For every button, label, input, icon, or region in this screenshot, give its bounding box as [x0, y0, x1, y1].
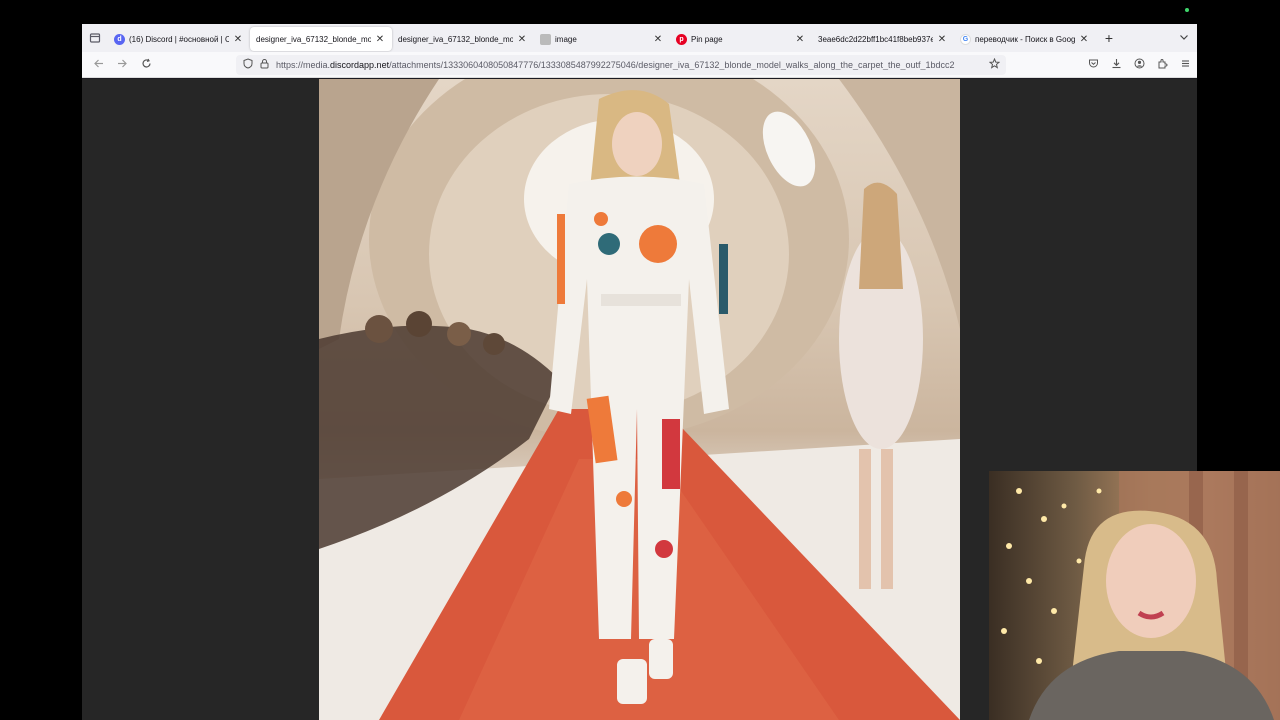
tracking-shield-icon[interactable]: [240, 57, 256, 72]
pinterest-icon: p: [676, 33, 687, 45]
discord-icon: d: [114, 33, 125, 45]
reload-icon[interactable]: [134, 58, 158, 72]
forward-arrow-icon[interactable]: [110, 58, 134, 72]
close-tab-icon[interactable]: ✕: [516, 34, 528, 45]
google-icon: G: [960, 33, 971, 45]
tab-list-icon[interactable]: [82, 24, 108, 52]
runway-illustration: [319, 79, 960, 720]
tab-image-duplicate[interactable]: designer_iva_67132_blonde_model ✕: [392, 27, 534, 51]
tab-title: 3eae6dc2d22bff1bc41f8beb937e6e: [818, 34, 933, 44]
pocket-icon[interactable]: [1082, 58, 1105, 72]
image-icon: [540, 33, 551, 45]
tab-title: переводчик - Поиск в Google: [975, 34, 1075, 44]
close-tab-icon[interactable]: ✕: [936, 34, 948, 45]
close-tab-icon[interactable]: ✕: [232, 34, 244, 45]
tab-google-search[interactable]: G переводчик - Поиск в Google ✕: [954, 27, 1096, 51]
plus-icon[interactable]: +: [1096, 30, 1122, 46]
status-dot: [1185, 8, 1189, 12]
download-icon[interactable]: [1105, 58, 1128, 72]
tab-image-active[interactable]: designer_iva_67132_blonde_model ✕: [250, 27, 392, 51]
webcam-overlay: [989, 471, 1280, 720]
close-tab-icon[interactable]: ✕: [794, 34, 806, 45]
close-tab-icon[interactable]: ✕: [1078, 34, 1090, 45]
url-text: https://media.discordapp.net/attachments…: [272, 60, 986, 70]
account-icon[interactable]: [1128, 58, 1151, 72]
star-icon[interactable]: [986, 57, 1002, 72]
back-arrow-icon[interactable]: [86, 58, 110, 72]
tab-title: Pin page: [691, 34, 723, 44]
url-prefix: https://media.: [276, 59, 331, 70]
lock-icon[interactable]: [256, 58, 272, 72]
extensions-icon[interactable]: [1151, 58, 1174, 72]
hamburger-menu-icon[interactable]: [1174, 58, 1197, 72]
tab-image[interactable]: image ✕: [534, 27, 670, 51]
navigation-bar: https://media.discordapp.net/attachments…: [82, 52, 1197, 78]
tab-title: image: [555, 34, 577, 44]
chevron-down-icon[interactable]: [1171, 32, 1197, 45]
runway-photo[interactable]: [319, 79, 960, 720]
tab-bar: d (16) Discord | #основной | Сер ✕ desig…: [82, 24, 1197, 52]
toolbar-right: [1082, 58, 1197, 72]
tab-title: designer_iva_67132_blonde_model: [256, 34, 371, 44]
screen: d (16) Discord | #основной | Сер ✕ desig…: [0, 0, 1280, 720]
close-tab-icon[interactable]: ✕: [374, 34, 386, 45]
tab-pin-page[interactable]: p Pin page ✕: [670, 27, 812, 51]
tab-hash[interactable]: 3eae6dc2d22bff1bc41f8beb937e6e ✕: [812, 27, 954, 51]
url-path: /attachments/1333060408050847776/1333085…: [389, 59, 955, 70]
tab-title: (16) Discord | #основной | Сер: [129, 34, 229, 44]
close-tab-icon[interactable]: ✕: [652, 34, 664, 45]
address-bar[interactable]: https://media.discordapp.net/attachments…: [236, 54, 1006, 75]
webcam-presenter: [1001, 471, 1280, 720]
url-domain: discordapp.net: [330, 59, 390, 70]
tab-discord[interactable]: d (16) Discord | #основной | Сер ✕: [108, 27, 250, 51]
tab-title: designer_iva_67132_blonde_model: [398, 34, 513, 44]
